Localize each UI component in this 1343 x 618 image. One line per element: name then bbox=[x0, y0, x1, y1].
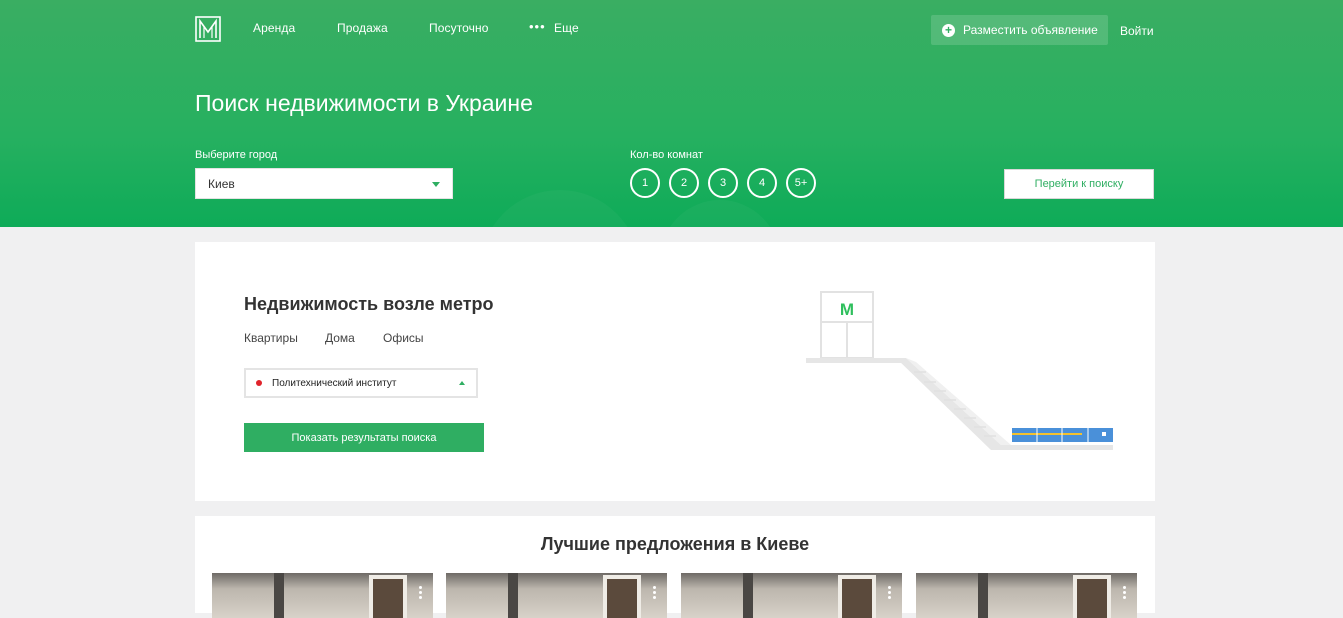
more-options-icon[interactable] bbox=[419, 586, 423, 601]
login-link[interactable]: Войти bbox=[1120, 24, 1154, 38]
room-option-2[interactable]: 2 bbox=[669, 168, 699, 198]
metro-station-select[interactable]: Политехнический институт bbox=[244, 368, 478, 398]
offer-card-image[interactable] bbox=[681, 573, 902, 618]
tab-apartments[interactable]: Квартиры bbox=[244, 331, 298, 345]
nav-daily[interactable]: Посуточно bbox=[429, 21, 489, 35]
offers-title: Лучшие предложения в Киеве bbox=[540, 534, 810, 554]
offers-card: Лучшие предложения в Киеве bbox=[195, 516, 1155, 618]
chevron-up-icon bbox=[459, 381, 465, 385]
photo-detail bbox=[842, 579, 872, 618]
page-title: Поиск недвижимости в Украине bbox=[195, 90, 533, 116]
hero-banner: Аренда Продажа Посуточно ••• Еще + Разме… bbox=[0, 0, 1343, 227]
hero-decoration bbox=[480, 190, 640, 227]
post-ad-button[interactable]: + Разместить объявление bbox=[931, 15, 1108, 45]
room-option-1[interactable]: 1 bbox=[630, 168, 660, 198]
photo-detail bbox=[508, 573, 518, 618]
nav-sale[interactable]: Продажа bbox=[337, 21, 388, 35]
room-option-4[interactable]: 4 bbox=[747, 168, 777, 198]
post-ad-label: Разместить объявление bbox=[963, 23, 1098, 37]
photo-detail bbox=[1077, 579, 1107, 618]
tab-offices[interactable]: Офисы bbox=[383, 331, 424, 345]
photo-detail bbox=[607, 579, 637, 618]
logo-m-icon[interactable] bbox=[195, 16, 221, 42]
rooms-label: Кол-во комнат bbox=[630, 149, 703, 161]
offer-card-image[interactable] bbox=[446, 573, 667, 618]
metro-illustration: M bbox=[806, 291, 1113, 450]
station-value: Политехнический институт bbox=[272, 377, 397, 389]
more-dots-icon[interactable]: ••• bbox=[529, 19, 546, 34]
photo-detail bbox=[743, 573, 753, 618]
city-value: Киев bbox=[208, 176, 235, 191]
more-options-icon[interactable] bbox=[1123, 586, 1127, 601]
chevron-down-icon bbox=[432, 182, 440, 187]
photo-detail bbox=[274, 573, 284, 618]
more-options-icon[interactable] bbox=[653, 586, 657, 601]
metro-sign-icon: M bbox=[840, 300, 854, 319]
plus-icon: + bbox=[942, 23, 955, 37]
metro-card: Недвижимость возле метро Квартиры Дома О… bbox=[195, 242, 1155, 501]
room-option-5plus[interactable]: 5+ bbox=[786, 168, 816, 198]
city-label: Выберите город bbox=[195, 149, 278, 161]
room-option-3[interactable]: 3 bbox=[708, 168, 738, 198]
photo-detail bbox=[373, 579, 403, 618]
metro-line-dot-icon bbox=[256, 380, 262, 386]
tab-houses[interactable]: Дома bbox=[325, 331, 355, 345]
nav-more[interactable]: Еще bbox=[554, 21, 579, 35]
more-options-icon[interactable] bbox=[888, 586, 892, 601]
offer-card-image[interactable] bbox=[212, 573, 433, 618]
hero-decoration bbox=[660, 200, 780, 227]
offer-card-image[interactable] bbox=[916, 573, 1137, 618]
nav-rent[interactable]: Аренда bbox=[253, 21, 295, 35]
go-to-search-button[interactable]: Перейти к поиску bbox=[1004, 169, 1154, 199]
metro-title: Недвижимость возле метро bbox=[244, 294, 494, 314]
photo-detail bbox=[978, 573, 988, 618]
city-select[interactable]: Киев bbox=[195, 168, 453, 199]
show-results-button[interactable]: Показать результаты поиска bbox=[244, 423, 484, 452]
